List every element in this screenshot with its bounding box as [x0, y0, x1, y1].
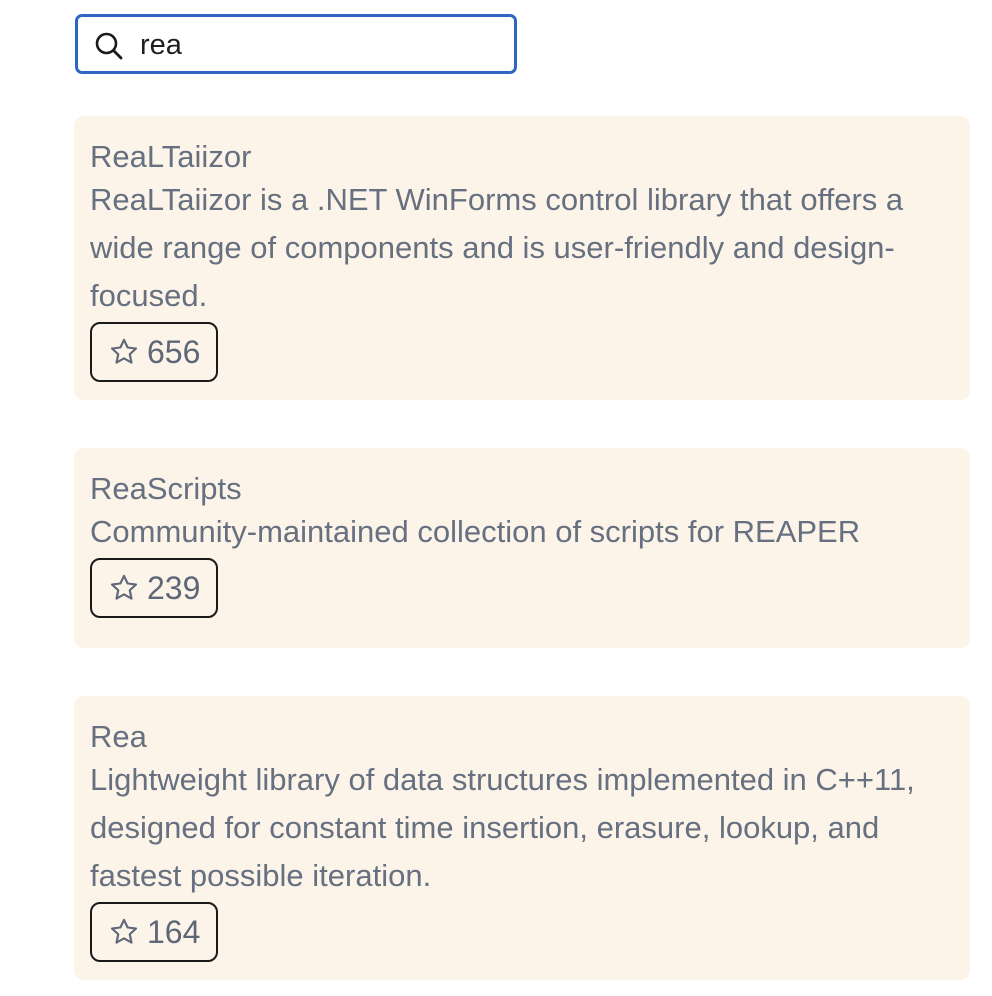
result-card[interactable]: ReaLTaiizor ReaLTaiizor is a .NET WinFor… [74, 116, 970, 400]
result-title[interactable]: ReaScripts [90, 470, 954, 508]
result-description: Community-maintained collection of scrip… [90, 514, 861, 549]
star-count: 239 [147, 569, 201, 606]
star-count-badge[interactable]: 656 [90, 322, 219, 382]
result-card[interactable]: Rea Lightweight library of data structur… [74, 696, 970, 980]
star-count-badge[interactable]: 164 [90, 902, 219, 962]
search-icon [95, 32, 123, 60]
search-box[interactable] [75, 14, 517, 74]
star-icon [110, 918, 138, 944]
search-input[interactable] [140, 26, 500, 64]
star-icon [110, 338, 138, 364]
star-count: 656 [147, 333, 201, 370]
result-description: Lightweight library of data structures i… [90, 762, 915, 893]
star-icon [110, 574, 138, 600]
star-count: 164 [147, 913, 201, 950]
result-description: ReaLTaiizor is a .NET WinForms control l… [90, 182, 904, 313]
star-count-badge[interactable]: 239 [90, 558, 219, 618]
result-card[interactable]: ReaScripts Community-maintained collecti… [74, 448, 970, 648]
result-title[interactable]: Rea [90, 718, 954, 756]
result-title[interactable]: ReaLTaiizor [90, 138, 954, 176]
